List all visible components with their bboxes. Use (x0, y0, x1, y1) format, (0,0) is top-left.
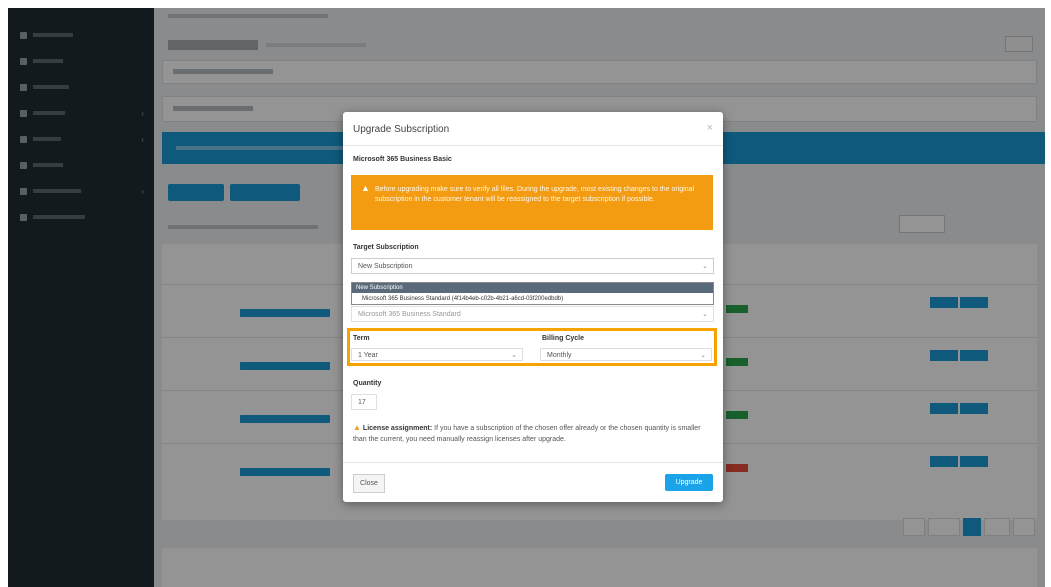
warning-alert: ▲ Before upgrading make sure to verify a… (351, 175, 713, 230)
chevron-down-icon: ⌄ (702, 263, 708, 270)
highlight-box (347, 328, 717, 366)
close-button[interactable]: Close (353, 474, 385, 493)
divider (343, 145, 723, 146)
upgrade-modal: Upgrade Subscription × Microsoft 365 Bus… (343, 112, 723, 502)
product-name: Microsoft 365 Business Basic (353, 156, 452, 163)
warning-icon: ▲ (361, 183, 370, 193)
quantity-value: 17 (358, 399, 366, 406)
dropdown-option[interactable]: Microsoft 365 Business Standard (4f14b4e… (352, 294, 713, 304)
target-subscription-dropdown: New Subscription Microsoft 365 Business … (351, 282, 714, 305)
modal-title: Upgrade Subscription (353, 124, 450, 135)
target-subscription-value: New Subscription (358, 263, 413, 270)
divider (343, 462, 723, 463)
warning-text: Before upgrading make sure to verify all… (375, 186, 695, 203)
chevron-down-icon: ⌄ (702, 311, 708, 318)
upgrade-button[interactable]: Upgrade (665, 474, 713, 491)
dropdown-option[interactable]: New Subscription (352, 283, 713, 293)
warning-icon: ▲ (353, 423, 361, 432)
hidden-offer-value: Microsoft 365 Business Standard (358, 311, 461, 318)
target-subscription-label: Target Subscription (353, 244, 419, 251)
license-note: ▲ License assignment: If you have a subsc… (353, 422, 713, 445)
license-note-title: License assignment: (362, 425, 433, 432)
quantity-input[interactable]: 17 (351, 394, 377, 410)
close-icon[interactable]: × (707, 122, 713, 134)
quantity-label: Quantity (353, 380, 382, 387)
target-subscription-select[interactable]: New Subscription ⌄ (351, 258, 714, 274)
hidden-offer-select[interactable]: Microsoft 365 Business Standard ⌄ (351, 306, 714, 322)
